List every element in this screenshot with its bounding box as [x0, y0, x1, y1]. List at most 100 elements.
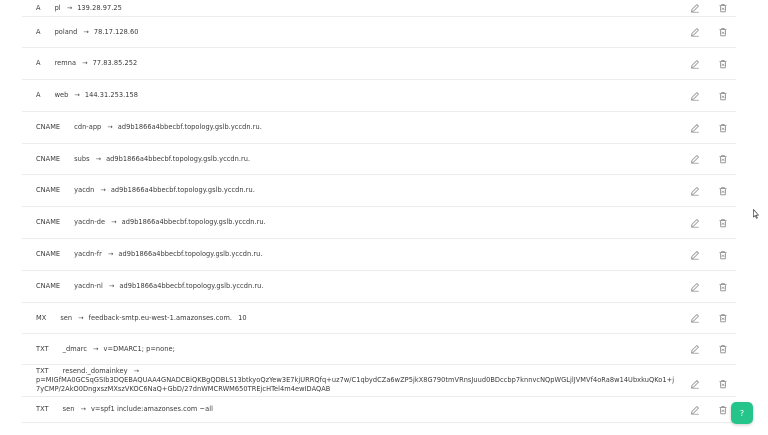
- trash-icon: [719, 59, 727, 68]
- trash-icon: [719, 250, 727, 259]
- delete-record-button[interactable]: [718, 379, 728, 389]
- record-value: 139.28.97.25: [77, 3, 122, 12]
- dns-record-content: CNAME yacdn-fr → ad9b1866a4bbecbf.topology.…: [22, 250, 263, 259]
- dns-record-content: Aweb → 144.31.253.158: [22, 91, 138, 100]
- record-type: CNAME: [36, 186, 61, 194]
- record-type: CNAME: [36, 154, 61, 163]
- record-value: ad9b1866a4bbecbf.topology.gslb.yccdn.ru.: [117, 123, 262, 131]
- record-name: subs: [74, 154, 90, 163]
- record-name: sen: [62, 405, 75, 413]
- delete-record-button[interactable]: [718, 218, 728, 228]
- edit-record-button[interactable]: [690, 313, 700, 323]
- edit-record-button[interactable]: [690, 91, 700, 101]
- edit-record-button[interactable]: [690, 154, 700, 164]
- trash-icon: [719, 282, 727, 291]
- arrow-right-icon: →: [107, 250, 114, 258]
- dns-record-row: TXT sen → v=spf1 include:amazonses.com ~all: [22, 397, 736, 423]
- delete-record-button[interactable]: [718, 27, 728, 37]
- trash-icon: [719, 28, 727, 37]
- record-value: ad9b1866a4bbecbf.topology.gslb.yccdn.ru.: [110, 186, 255, 194]
- help-chat-button[interactable]: ?: [731, 402, 753, 424]
- record-type: A: [36, 91, 41, 99]
- record-name: remna: [54, 59, 77, 67]
- pencil-icon: [691, 123, 699, 133]
- dns-record-content: CNAME subs → ad9b1866a4bbecbf.topology.gslb…: [22, 155, 250, 164]
- record-name: yacdn-fr: [74, 250, 102, 258]
- dns-record-content: CNAME yacdn-de → ad9b1866a4bbecbf.topology.…: [22, 218, 266, 227]
- edit-record-button[interactable]: [690, 405, 700, 415]
- record-name: _dmarc: [62, 344, 88, 353]
- trash-icon: [719, 405, 727, 414]
- record-priority: 10: [238, 313, 247, 322]
- arrow-right-icon: →: [93, 344, 99, 353]
- pencil-icon: [691, 314, 699, 323]
- record-actions: [690, 175, 728, 206]
- delete-record-button[interactable]: [718, 91, 728, 101]
- pencil-icon: [691, 4, 699, 13]
- dns-record-row: Aweb → 144.31.253.158: [22, 80, 736, 112]
- edit-record-button[interactable]: [690, 3, 700, 13]
- dns-record-row: CNAME yacdn-nl → ad9b1866a4bbecbf.topology.…: [22, 271, 736, 303]
- edit-record-button[interactable]: [690, 282, 700, 292]
- delete-record-button[interactable]: [718, 123, 728, 133]
- edit-record-button[interactable]: [690, 186, 700, 196]
- dns-record-row: TXT resend._domainkey →p=MIGfMA0GCSqGSIb3D…: [22, 365, 736, 397]
- record-name: sen: [60, 313, 73, 322]
- dns-records-list: Apl → 139.28.97.25 Apoland → 78.17.128.60 Arem…: [22, 0, 736, 423]
- edit-record-button[interactable]: [690, 123, 700, 133]
- delete-record-button[interactable]: [718, 405, 728, 415]
- arrow-right-icon: →: [95, 154, 102, 163]
- dns-record-row: CNAME yacdn-de → ad9b1866a4bbecbf.topology.…: [22, 207, 736, 239]
- trash-icon: [719, 314, 727, 323]
- arrow-right-icon: →: [83, 27, 89, 36]
- pencil-icon: [691, 282, 699, 292]
- delete-record-button[interactable]: [718, 186, 728, 196]
- record-type: A: [36, 59, 41, 67]
- edit-record-button[interactable]: [690, 379, 700, 389]
- record-name: yacdn-de: [74, 218, 106, 226]
- trash-icon: [719, 123, 727, 132]
- pencil-icon: [691, 405, 699, 415]
- delete-record-button[interactable]: [718, 3, 728, 13]
- edit-record-button[interactable]: [690, 218, 700, 228]
- arrow-right-icon: →: [66, 3, 73, 12]
- delete-record-button[interactable]: [718, 344, 728, 354]
- edit-record-button[interactable]: [690, 344, 700, 354]
- record-actions: [690, 17, 728, 47]
- delete-record-button[interactable]: [718, 250, 728, 260]
- trash-icon: [719, 345, 727, 354]
- record-name: pl: [54, 3, 61, 12]
- pencil-icon: [691, 59, 699, 69]
- delete-record-button[interactable]: [718, 59, 728, 69]
- dns-record-content: Apoland → 78.17.128.60: [22, 28, 138, 37]
- trash-icon: [719, 379, 727, 388]
- edit-record-button[interactable]: [690, 250, 700, 260]
- trash-icon: [719, 4, 727, 13]
- dns-record-content: Apl → 139.28.97.25: [22, 4, 122, 13]
- dns-record-row: CNAME yacdn → ad9b1866a4bbecbf.topology.gsl…: [22, 175, 736, 207]
- arrow-right-icon: →: [133, 367, 140, 375]
- record-name: resend._domainkey: [62, 367, 128, 375]
- delete-record-button[interactable]: [718, 313, 728, 323]
- record-value: ad9b1866a4bbecbf.topology.gslb.yccdn.ru.: [118, 250, 263, 258]
- arrow-right-icon: →: [111, 218, 117, 226]
- trash-icon: [719, 218, 727, 227]
- trash-icon: [719, 186, 727, 195]
- edit-record-button[interactable]: [690, 59, 700, 69]
- dns-record-row: Apl → 139.28.97.25: [22, 0, 736, 17]
- pencil-icon: [691, 379, 699, 389]
- edit-record-button[interactable]: [690, 27, 700, 37]
- delete-record-button[interactable]: [718, 154, 728, 164]
- pencil-icon: [691, 28, 699, 37]
- record-name: yacdn-nl: [74, 282, 103, 290]
- record-name: web: [54, 91, 69, 99]
- record-actions: [690, 112, 728, 143]
- arrow-right-icon: →: [108, 282, 115, 290]
- arrow-right-icon: →: [74, 91, 80, 99]
- dns-record-content: TXT _dmarc → v=DMARC1; p=none;: [22, 345, 175, 354]
- delete-record-button[interactable]: [718, 282, 728, 292]
- dns-record-row: TXT _dmarc → v=DMARC1; p=none;: [22, 334, 736, 365]
- mouse-cursor-icon: [753, 209, 759, 219]
- dns-record-row: Aremna → 77.83.85.252: [22, 48, 736, 80]
- record-actions: [690, 397, 728, 422]
